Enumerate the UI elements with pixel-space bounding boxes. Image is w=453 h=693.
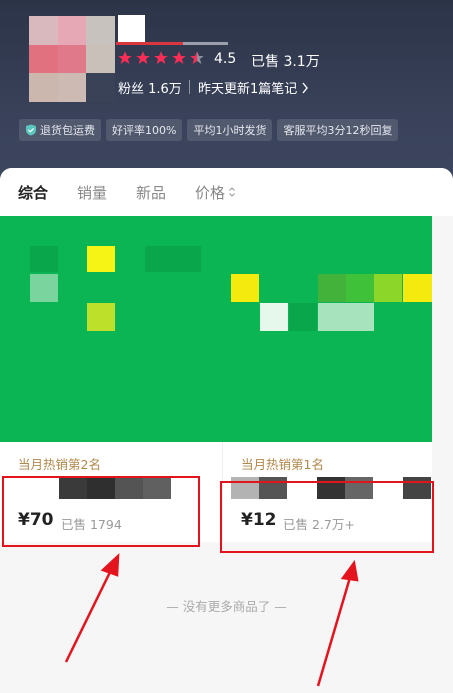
notes-update-text: 昨天更新1篇笔记 — [198, 82, 298, 97]
pixel-block — [87, 246, 115, 272]
fans-count: 粉丝 1.6万 — [118, 82, 182, 97]
pixel-block — [346, 303, 374, 331]
shop-avatar[interactable] — [29, 16, 115, 102]
pixel-block — [30, 274, 58, 302]
pixel-block — [318, 303, 346, 331]
tab-overall[interactable]: 综合 — [18, 182, 48, 203]
no-more-products-text: — 没有更多商品了 — — [166, 599, 287, 614]
highlight-box-right — [220, 481, 434, 553]
shop-name-pixelated — [118, 15, 145, 43]
tab-label: 综合 — [18, 183, 49, 202]
tag-shipping-time: 平均1小时发货 — [187, 119, 273, 141]
highlight-box-left — [2, 476, 200, 547]
service-tags: 退货包运费 好评率100% 平均1小时发货 客服平均3分12秒回复 — [19, 119, 399, 141]
tag-label: 客服平均3分12秒回复 — [283, 124, 393, 137]
tab-label: 销量 — [77, 183, 108, 202]
pixel-block — [30, 246, 58, 272]
pixel-block — [289, 303, 317, 331]
hot-rank-label: 当月热销第1名 — [241, 457, 324, 472]
rating-value: 4.5 — [214, 51, 237, 67]
pixel-block — [87, 303, 115, 331]
star-icon — [154, 51, 168, 64]
product-image-banner[interactable] — [0, 216, 432, 442]
pixel-block — [318, 274, 346, 302]
tab-label: 价格 — [195, 183, 226, 202]
notes-update-link[interactable]: 昨天更新1篇笔记 — [198, 78, 309, 97]
shop-sold-count: 已售 3.1万 — [251, 54, 320, 70]
pixel-block — [231, 274, 259, 302]
pixel-block — [346, 274, 374, 302]
tag-label: 退货包运费 — [40, 124, 95, 137]
chevron-right-icon — [302, 82, 309, 93]
star-icon — [136, 51, 150, 64]
rating-stars — [117, 50, 205, 66]
tab-label: 新品 — [136, 183, 167, 202]
sort-tabs: 综合 销量 新品 价格 — [0, 168, 453, 216]
tag-service-response: 客服平均3分12秒回复 — [277, 119, 399, 141]
product-panel: 综合 销量 新品 价格 当月热销第2名 ¥70 已售 1794 当月热销第1名 … — [0, 168, 453, 693]
pixel-block — [260, 303, 288, 331]
tab-price[interactable]: 价格 — [195, 182, 236, 203]
star-icon — [118, 51, 132, 64]
tab-new[interactable]: 新品 — [136, 182, 166, 203]
sort-arrows-icon — [229, 187, 235, 197]
star-icon — [172, 51, 186, 64]
divider — [189, 80, 190, 94]
shop-name-underline — [116, 42, 228, 45]
tag-label: 平均1小时发货 — [193, 124, 267, 137]
pixel-block — [403, 274, 432, 302]
half-star-icon — [190, 51, 204, 64]
pixel-block — [145, 246, 173, 272]
tag-label: 好评率100% — [112, 124, 177, 137]
pixel-block — [173, 246, 201, 272]
tag-return-shipping: 退货包运费 — [19, 119, 101, 141]
tab-sales[interactable]: 销量 — [77, 182, 107, 203]
tag-positive-rate: 好评率100% — [106, 119, 183, 141]
hot-rank-label: 当月热销第2名 — [18, 457, 101, 472]
pixel-block — [374, 274, 402, 302]
shop-header: 4.5 已售 3.1万 粉丝 1.6万 昨天更新1篇笔记 退货包运费 好评率10… — [0, 0, 453, 195]
shield-check-icon — [26, 124, 36, 136]
